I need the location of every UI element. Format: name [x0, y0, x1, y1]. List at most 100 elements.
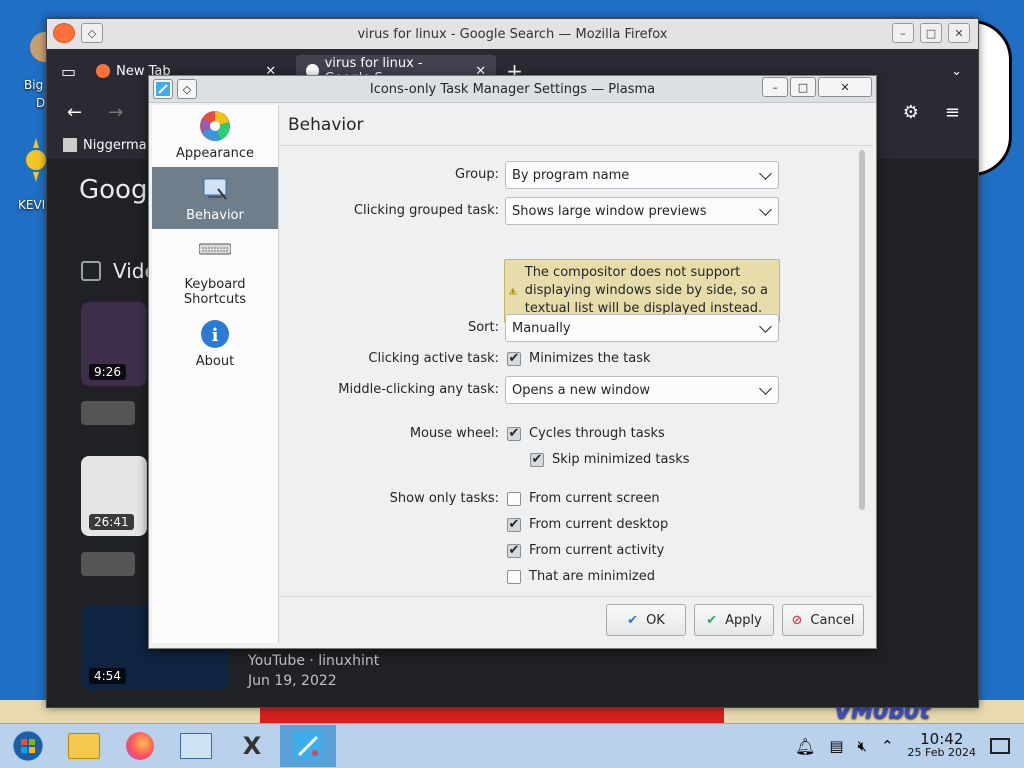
notifications-icon[interactable]: 🔔︎ — [795, 737, 815, 756]
tab-overflow-icon[interactable]: ⌄ — [951, 64, 962, 79]
bookmark-icon — [63, 138, 77, 152]
cancel-button[interactable]: ⊘ Cancel — [782, 604, 864, 636]
videos-heading: Vide — [81, 259, 157, 283]
show-only-label: Show only tasks: — [389, 491, 499, 506]
current-activity-checkbox[interactable]: ✔ From current activity — [507, 543, 664, 558]
cancel-icon: ⊘ — [791, 612, 803, 628]
checkbox-unchecked-icon — [507, 569, 521, 584]
firefox-titlebar: ◇ virus for linux - Google Search — Mozi… — [47, 19, 978, 49]
bookmark-item[interactable]: Niggerma — [83, 138, 147, 153]
sidebar-item-behavior[interactable]: Behavior — [152, 167, 278, 229]
windows-logo-icon — [12, 730, 44, 762]
current-desktop-checkbox[interactable]: ✔ From current desktop — [507, 517, 668, 532]
sidebar-item-label: Keyboard Shortcuts — [183, 277, 247, 307]
keep-above-button[interactable]: ◇ — [81, 23, 103, 43]
warning-text: The compositor does not support displayi… — [524, 265, 768, 316]
sort-label: Sort: — [467, 320, 499, 335]
back-icon[interactable]: ← — [67, 102, 82, 123]
sort-combobox[interactable]: Manually — [505, 314, 779, 342]
video-thumbnail[interactable]: 9:26 — [81, 302, 147, 386]
desktop-icon-label: D — [36, 96, 46, 110]
checkbox-checked-icon: ✔ — [507, 543, 521, 558]
tab-list-icon[interactable]: ▭ — [61, 62, 76, 81]
chevron-down-icon — [759, 319, 772, 333]
chevron-down-icon — [759, 381, 772, 395]
close-button[interactable]: ✕ — [818, 77, 872, 97]
taskbar-plasma-settings[interactable] — [280, 725, 336, 767]
check-icon: ✔ — [706, 612, 718, 628]
taskbar: X 🔔︎ ▤ 🔇︎ ⌃ 10:42 25 Feb 2024 — [0, 723, 1024, 768]
checkbox-checked-icon: ✔ — [507, 517, 521, 532]
forward-icon[interactable]: → — [108, 102, 123, 123]
category-sidebar: Appearance Behavior Keyboard Shortcuts i… — [152, 105, 279, 643]
taskbar-file-manager[interactable] — [56, 725, 112, 767]
start-button[interactable] — [0, 725, 56, 767]
ok-button[interactable]: ✔ OK — [606, 604, 686, 636]
scrollbar[interactable] — [859, 150, 865, 510]
maximize-button[interactable]: □ — [790, 77, 816, 97]
video-mini-thumbnail[interactable] — [81, 552, 135, 576]
checkbox-checked-icon: ✔ — [507, 426, 521, 441]
firefox-window-title: virus for linux - Google Search — Mozill… — [357, 26, 668, 42]
taskbar-firefox[interactable] — [112, 725, 168, 767]
check-icon: ✔ — [627, 612, 639, 628]
svg-text:i: i — [212, 325, 219, 346]
desktop-icon-label: Big — [24, 78, 44, 92]
video-duration: 4:54 — [89, 668, 126, 684]
desktop-icon-label: KEVI — [18, 198, 46, 212]
chevron-down-icon — [759, 202, 772, 216]
behavior-icon — [199, 172, 231, 204]
clock[interactable]: 10:42 25 Feb 2024 — [908, 732, 976, 760]
settings-panel: Behavior Group: By program name Clicking… — [280, 105, 873, 645]
video-duration: 26:41 — [89, 514, 134, 530]
cycles-tasks-checkbox[interactable]: ✔ Cycles through tasks — [507, 426, 665, 441]
current-screen-checkbox[interactable]: From current screen — [507, 491, 660, 506]
clipboard-icon[interactable]: ▤ — [829, 737, 843, 755]
settings-dialog: ◇ Icons-only Task Manager Settings — Pla… — [148, 75, 877, 649]
folder-icon — [68, 733, 100, 759]
result-source[interactable]: YouTube · linuxhint — [248, 653, 379, 669]
computer-icon — [180, 733, 212, 759]
menu-icon[interactable]: ≡ — [945, 102, 960, 123]
minimize-button[interactable]: – — [762, 77, 788, 97]
group-combobox[interactable]: By program name — [505, 161, 779, 189]
keyboard-icon — [199, 233, 231, 265]
sidebar-item-label: Behavior — [186, 208, 244, 223]
checkbox-unchecked-icon — [507, 491, 521, 506]
volume-muted-icon[interactable]: 🔇︎ — [858, 737, 867, 755]
sidebar-item-keyboard-shortcuts[interactable]: Keyboard Shortcuts — [152, 229, 278, 313]
chevron-up-icon[interactable]: ⌃ — [881, 737, 894, 755]
minimize-button[interactable]: – — [892, 23, 914, 43]
taskbar-x-app[interactable]: X — [224, 725, 280, 767]
show-desktop-icon[interactable] — [990, 738, 1010, 754]
keep-above-button[interactable]: ◇ — [177, 79, 197, 99]
firefox-app-icon[interactable] — [53, 23, 75, 43]
video-mini-thumbnail[interactable] — [81, 401, 135, 425]
extensions-icon[interactable]: ⚙ — [903, 102, 919, 123]
page-title: Behavior — [288, 115, 364, 135]
google-logo[interactable]: Googl — [79, 175, 155, 205]
checkbox-checked-icon: ✔ — [530, 452, 544, 467]
minimizes-task-checkbox[interactable]: ✔ Minimizes the task — [507, 351, 651, 366]
apply-button[interactable]: ✔ Apply — [694, 604, 774, 636]
close-button[interactable]: ✕ — [948, 23, 970, 43]
plasma-app-icon[interactable] — [153, 79, 173, 99]
minimized-checkbox[interactable]: That are minimized — [507, 569, 655, 584]
skip-minimized-checkbox[interactable]: ✔ Skip minimized tasks — [530, 452, 690, 467]
x-icon: X — [242, 732, 262, 760]
middle-click-label: Middle-clicking any task: — [338, 382, 499, 397]
taskbar-system-settings[interactable] — [168, 725, 224, 767]
dialog-title: Icons-only Task Manager Settings — Plasm… — [369, 81, 656, 97]
appearance-icon — [199, 110, 231, 142]
plasma-icon — [294, 732, 322, 760]
sidebar-item-appearance[interactable]: Appearance — [152, 105, 278, 167]
middle-click-combobox[interactable]: Opens a new window — [505, 376, 779, 404]
info-icon: i — [199, 318, 231, 350]
sidebar-item-about[interactable]: i About — [152, 313, 278, 375]
video-thumbnail[interactable]: 26:41 — [81, 456, 147, 536]
clicking-grouped-combobox[interactable]: Shows large window previews — [505, 197, 779, 225]
chevron-down-icon — [759, 166, 772, 180]
result-date: Jun 19, 2022 — [248, 673, 337, 689]
maximize-button[interactable]: □ — [920, 23, 942, 43]
system-tray: 🔔︎ ▤ 🔇︎ ⌃ 10:42 25 Feb 2024 — [795, 724, 1024, 768]
